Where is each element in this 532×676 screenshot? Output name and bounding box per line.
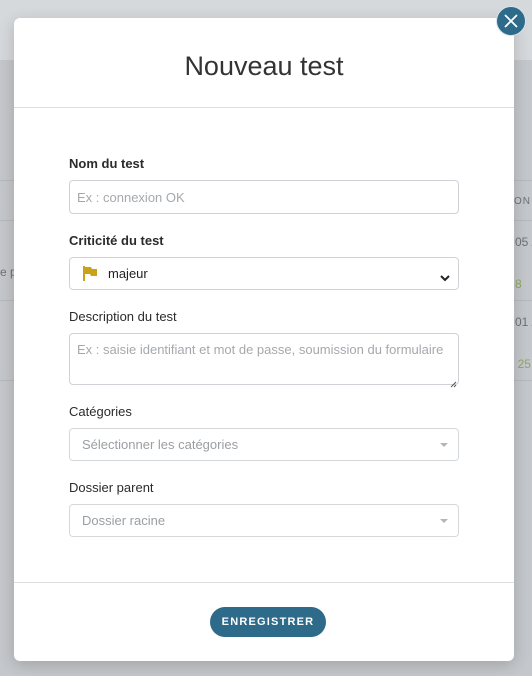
footer-divider (14, 582, 514, 583)
parent-folder-label: Dossier parent (69, 480, 154, 495)
modal-title: Nouveau test (184, 51, 344, 81)
close-button[interactable] (496, 6, 526, 36)
chevron-down-icon (440, 269, 450, 287)
background-row-status: ' 25 (512, 357, 531, 371)
caret-down-icon (440, 519, 448, 523)
test-name-label: Nom du test (69, 156, 145, 171)
caret-down-icon (440, 443, 448, 447)
flag-icon (82, 266, 98, 286)
header-divider (14, 107, 514, 108)
criticality-label: Criticité du test (69, 233, 164, 248)
categories-placeholder: Sélectionner les catégories (82, 437, 239, 452)
test-name-input[interactable] (69, 180, 459, 214)
background-column-header: ON (514, 196, 531, 207)
description-label: Description du test (69, 309, 177, 324)
close-icon (504, 14, 518, 28)
parent-folder-select[interactable]: Dossier racine (69, 504, 459, 537)
parent-folder-value: Dossier racine (82, 513, 166, 528)
save-button[interactable]: ENREGISTRER (210, 607, 326, 637)
criticality-select[interactable]: majeur (69, 257, 459, 290)
categories-select[interactable]: Sélectionner les catégories (69, 428, 459, 461)
description-textarea[interactable] (69, 333, 459, 385)
criticality-value: majeur (108, 266, 148, 281)
background-row-status: 8 (515, 277, 522, 291)
background-row-date: 01 / (515, 315, 532, 329)
resize-handle-icon[interactable] (450, 375, 457, 393)
new-test-modal: Nouveau test Nom du test Criticité du te… (14, 18, 514, 661)
background-row-date: 05 / (515, 235, 532, 249)
categories-label: Catégories (69, 404, 132, 419)
